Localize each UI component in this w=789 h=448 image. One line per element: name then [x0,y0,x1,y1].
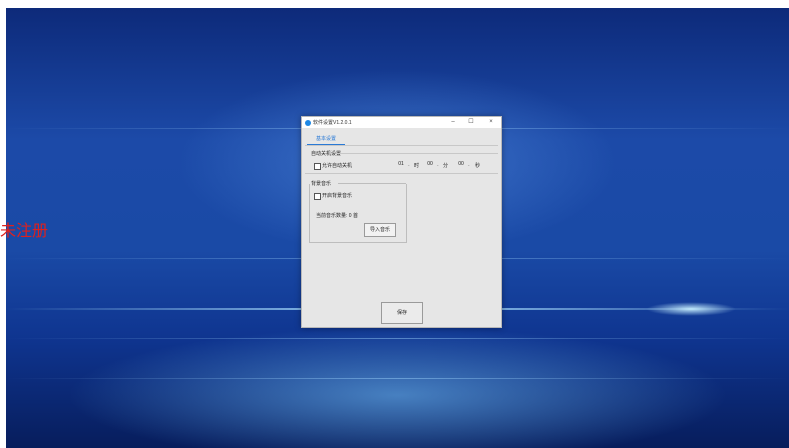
section-divider [336,153,498,154]
close-button[interactable]: × [484,117,498,128]
settings-window: 软件设置V1.2.0.1 – ☐ × 基本设置 自动关机设置 允许自动关机 01… [301,116,502,328]
tab-basic-settings[interactable]: 基本设置 [307,134,345,145]
app-icon [305,119,311,126]
section-divider [305,173,498,174]
title-bar[interactable]: 软件设置V1.2.0.1 – ☐ × [302,117,501,128]
hour-chevron-icon[interactable]: ⌄ [407,162,410,167]
background-music-checkbox[interactable] [314,193,321,200]
light-flare [646,302,736,316]
auto-shutdown-label: 允许自动关机 [322,163,353,169]
minimize-button[interactable]: – [446,117,460,128]
minute-spinbox[interactable]: 00 [423,160,437,168]
background-line [6,338,789,339]
background-music-section-title: 背景音乐 [311,180,334,187]
background-line [6,378,789,379]
background-music-label: 开启背景音乐 [322,193,353,199]
import-music-button[interactable]: 导入音乐 [364,223,396,237]
hour-spinbox[interactable]: 01 [394,160,408,168]
tab-divider [305,145,498,146]
music-count-text: 当前音乐数量: 0 首 [316,213,358,219]
minute-chevron-icon[interactable]: ⌄ [436,162,439,167]
maximize-button[interactable]: ☐ [464,117,478,128]
auto-shutdown-checkbox[interactable] [314,163,321,170]
second-unit-label: 秒 [475,163,481,169]
window-title: 软件设置V1.2.0.1 [313,120,352,126]
save-button[interactable]: 保存 [381,302,423,324]
unregistered-watermark: 未注册 [0,221,49,240]
hour-unit-label: 时 [414,163,420,169]
second-chevron-icon[interactable]: ⌄ [467,162,470,167]
second-spinbox[interactable]: 00 [454,160,468,168]
minute-unit-label: 分 [443,163,449,169]
